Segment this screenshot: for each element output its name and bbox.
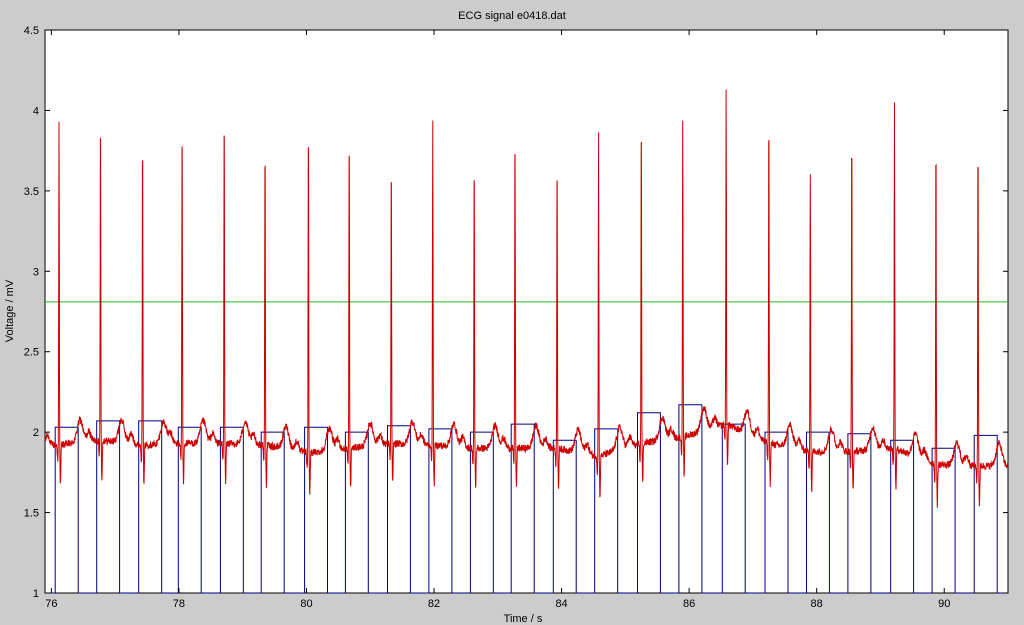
- x-tick-label: 86: [683, 598, 695, 610]
- y-tick-label: 1.5: [24, 508, 39, 520]
- chart-title: ECG signal e0418.dat: [458, 10, 566, 22]
- y-tick-label: 4.5: [24, 25, 39, 37]
- y-tick-label: 2.5: [24, 347, 39, 359]
- x-tick-label: 76: [45, 598, 57, 610]
- x-tick-label: 78: [173, 598, 185, 610]
- y-tick-label: 4: [33, 105, 39, 117]
- x-tick-label: 82: [428, 598, 440, 610]
- figure-window: ECG signal e0418.dat 76 78 80 82 84 86 88 90 1 1.…: [0, 0, 1024, 625]
- x-tick-label: 84: [555, 598, 567, 610]
- x-axis-label: Time / s: [504, 613, 543, 625]
- x-tick-label: 80: [300, 598, 312, 610]
- y-tick-label: 3: [33, 266, 39, 278]
- y-tick-label: 3.5: [24, 186, 39, 198]
- ecg-chart: ECG signal e0418.dat 76 78 80 82 84 86 88 90 1 1.…: [4, 10, 1009, 625]
- y-axis-label: Voltage / mV: [4, 279, 16, 342]
- y-tick-label: 2: [33, 427, 39, 439]
- plot-area: [44, 29, 1009, 594]
- x-tick-label: 88: [811, 598, 823, 610]
- x-tick-label: 90: [938, 598, 950, 610]
- y-tick-label: 1: [33, 588, 39, 600]
